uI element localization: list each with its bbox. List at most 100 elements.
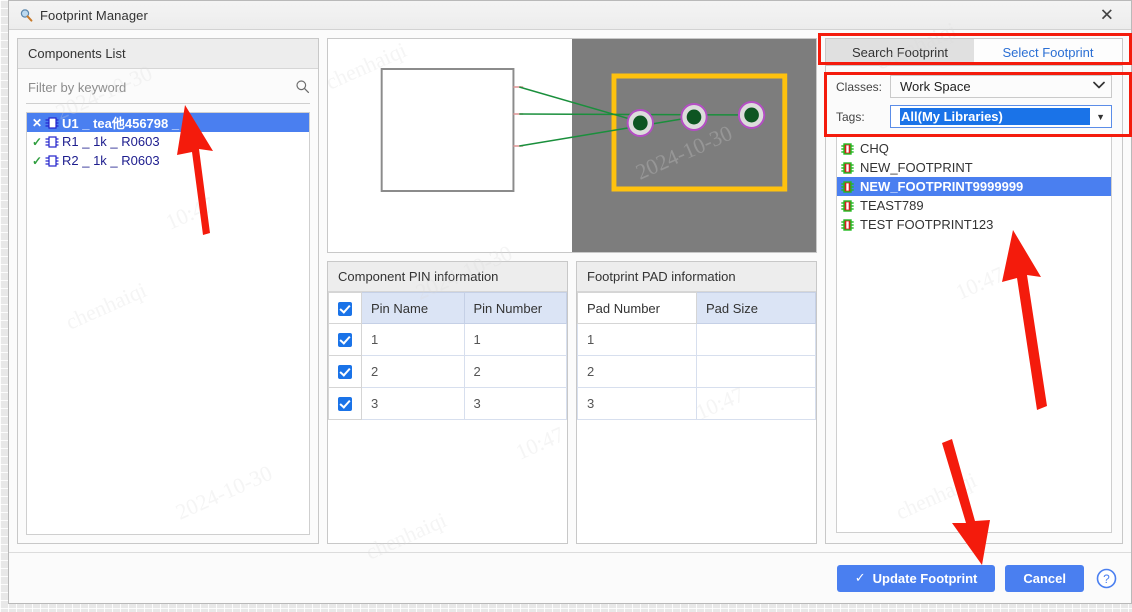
magnifier-icon [19, 8, 33, 22]
table-row[interactable]: 1 1 [328, 323, 567, 356]
footprint-icon [840, 161, 855, 175]
check-icon: ✓ [854, 570, 866, 585]
row-checkbox[interactable] [338, 397, 352, 412]
help-circle-icon[interactable]: ? [1096, 568, 1117, 589]
component-pin-header: Component PIN information [328, 262, 567, 292]
table-row[interactable]: 2 2 [328, 355, 567, 388]
footprint-pad-panel: Footprint PAD information Pad Number Pad… [576, 261, 817, 544]
table-row[interactable]: 1 [577, 323, 816, 356]
table-row[interactable]: 3 [577, 387, 816, 420]
list-item[interactable]: NEW_FOOTPRINT9999999 [837, 177, 1111, 196]
column-header-pad-number[interactable]: Pad Number [577, 292, 697, 324]
footprint-icon [840, 180, 855, 194]
tags-label: Tags: [836, 109, 865, 124]
footprint-preview-canvas[interactable] [327, 38, 817, 253]
dialog-body: Components List ✕ [9, 30, 1131, 552]
status-check-icon: ✓ [31, 153, 43, 168]
search-icon[interactable] [295, 79, 310, 97]
cell-pad-number: 1 [577, 323, 697, 356]
components-list-panel: Components List ✕ [17, 38, 319, 544]
cell-pin-number: 1 [463, 323, 567, 356]
tab-search-footprint-label: Search Footprint [851, 44, 949, 60]
left-column: Components List ✕ [17, 38, 319, 544]
cell-pad-number: 2 [577, 355, 697, 388]
tab-search-footprint[interactable]: Search Footprint [826, 39, 974, 65]
tables-row: Component PIN information Pin Name Pin N… [327, 261, 817, 544]
table-row[interactable]: 3 3 [328, 387, 567, 420]
status-check-icon: ✓ [31, 134, 43, 149]
classes-value: Work Space [900, 79, 971, 94]
cell-pin-number: 3 [463, 387, 567, 420]
list-item[interactable]: ✓ R1 _ 1k _ R0603 [27, 132, 309, 151]
footprint-results-list[interactable]: CHQ NEW_FOOTPRINT NEW_FOOTPRINT9999999 T… [836, 136, 1112, 533]
column-header-pad-size[interactable]: Pad Size [696, 292, 816, 324]
select-all-checkbox[interactable] [338, 301, 352, 316]
classes-select[interactable]: Work Space [890, 75, 1112, 98]
footprint-icon [840, 142, 855, 156]
components-list-header: Components List [18, 39, 318, 69]
cell-pin-number: 2 [463, 355, 567, 388]
table-header-row: Pin Name Pin Number [328, 292, 567, 324]
search-input[interactable] [26, 77, 295, 98]
cancel-label: Cancel [1023, 570, 1066, 586]
row-checkbox[interactable] [338, 333, 352, 348]
column-header-pin-number[interactable]: Pin Number [463, 292, 567, 324]
list-item-label: R2 _ 1k _ R0603 [62, 153, 160, 168]
middle-column: Component PIN information Pin Name Pin N… [327, 38, 817, 544]
tags-value: All(My Libraries) [900, 108, 1091, 125]
column-header-pin-name[interactable]: Pin Name [361, 292, 465, 324]
tags-row: Tags: All(My Libraries) ▼ [836, 105, 1112, 128]
cell-pin-name: 2 [361, 355, 465, 388]
row-checkbox-cell[interactable] [328, 355, 362, 388]
cell-pad-size [696, 387, 816, 420]
list-item-label: U1 _ tea他456798 _ [62, 116, 180, 131]
select-all-checkbox-cell[interactable] [328, 292, 362, 324]
component-pin-table: Pin Name Pin Number 1 1 2 2 3 3 [328, 292, 567, 420]
cancel-button[interactable]: Cancel [1005, 564, 1084, 592]
title-bar: Footprint Manager ✕ [9, 1, 1131, 30]
table-header-row: Pad Number Pad Size [577, 292, 816, 324]
tab-select-footprint[interactable]: Select Footprint [974, 39, 1122, 65]
classes-row: Classes: Work Space [836, 75, 1112, 98]
component-pin-panel: Component PIN information Pin Name Pin N… [327, 261, 568, 544]
tab-select-footprint-label: Select Footprint [1002, 44, 1094, 60]
list-item[interactable]: TEST FOOTPRINT123 [837, 215, 1111, 234]
footprint-icon [840, 218, 855, 232]
list-item-label: NEW_FOOTPRINT [860, 160, 973, 175]
row-checkbox-cell[interactable] [328, 323, 362, 356]
table-row[interactable]: 2 [577, 355, 816, 388]
list-item[interactable]: ✕ U1 _ tea他456798 _ [27, 113, 309, 132]
footprint-icon [840, 199, 855, 213]
window-title: Footprint Manager [40, 7, 148, 23]
svg-text:?: ? [1103, 572, 1110, 586]
tags-select[interactable]: All(My Libraries) ▼ [890, 105, 1112, 128]
search-footprint-pane: Classes: Work Space Tags: All(My Librari… [825, 66, 1123, 544]
filter-row [26, 77, 310, 104]
caret-down-icon: ▼ [1096, 111, 1105, 122]
component-pin-table-wrap: Pin Name Pin Number 1 1 2 2 3 3 [328, 292, 567, 543]
footprint-pad-header: Footprint PAD information [577, 262, 816, 292]
list-item[interactable]: TEAST789 [837, 196, 1111, 215]
list-item[interactable]: CHQ [837, 139, 1111, 158]
ic-symbol-icon [44, 135, 60, 149]
list-item[interactable]: NEW_FOOTPRINT [837, 158, 1111, 177]
cell-pin-name: 3 [361, 387, 465, 420]
row-checkbox[interactable] [338, 365, 352, 380]
footprint-pad-table-wrap: Pad Number Pad Size 1 2 3 [577, 292, 816, 543]
list-item[interactable]: ✓ R2 _ 1k _ R0603 [27, 151, 309, 170]
ic-symbol-icon [44, 116, 60, 130]
footprint-pad-table: Pad Number Pad Size 1 2 3 [577, 292, 816, 420]
filter-fields: Classes: Work Space Tags: All(My Librari… [826, 66, 1122, 136]
cell-pad-size [696, 355, 816, 388]
list-item-label: TEAST789 [860, 198, 924, 213]
list-item-label: NEW_FOOTPRINT9999999 [860, 179, 1024, 194]
update-footprint-label: Update Footprint [872, 570, 978, 586]
cell-pad-number: 3 [577, 387, 697, 420]
list-item-label: R1 _ 1k _ R0603 [62, 134, 160, 149]
close-icon[interactable]: ✕ [1095, 5, 1119, 26]
components-list[interactable]: ✕ U1 _ tea他456798 _ ✓ R1 _ 1k _ R0603 ✓ … [26, 112, 310, 535]
row-checkbox-cell[interactable] [328, 387, 362, 420]
update-footprint-button[interactable]: ✓ Update Footprint [836, 564, 996, 592]
cell-pad-size [696, 323, 816, 356]
footprint-manager-dialog: Footprint Manager ✕ Components List Filt… [8, 0, 1132, 604]
